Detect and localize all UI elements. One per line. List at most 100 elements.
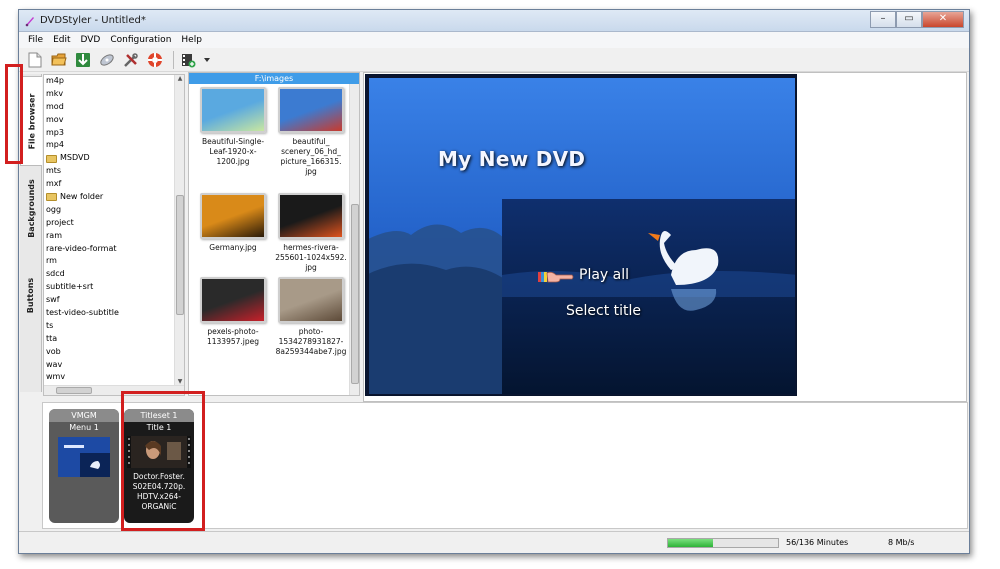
new-file-button[interactable]: [25, 50, 45, 70]
file-list-item[interactable]: sdcd: [44, 268, 184, 281]
toolbar: [19, 48, 969, 72]
menu-dvd[interactable]: DVD: [76, 35, 106, 45]
file-list-item-label: ts: [46, 320, 54, 330]
file-list-item[interactable]: mkv: [44, 88, 184, 101]
disc-usage-fill: [668, 539, 714, 547]
hscroll-thumb[interactable]: [56, 387, 92, 394]
file-list-item[interactable]: test-video-subtitle: [44, 307, 184, 320]
image-thumbnail[interactable]: Germany.jpg: [193, 193, 273, 253]
thumbnail-scrollbar[interactable]: [349, 84, 359, 395]
file-list-scrollbar[interactable]: ▲ ▼: [174, 75, 184, 395]
tools-icon: [124, 52, 138, 67]
file-list-item[interactable]: ogg: [44, 204, 184, 217]
file-list-item-label: ogg: [46, 204, 62, 214]
image-thumbnail[interactable]: photo- 1534278931827- 8a259344abe7.jpg: [271, 277, 351, 357]
tab-file-browser[interactable]: File browser: [20, 76, 42, 166]
help-button[interactable]: [145, 50, 165, 70]
select-title-button[interactable]: Select title: [566, 303, 641, 319]
add-file-button[interactable]: [178, 50, 198, 70]
pointing-hand-icon: [538, 271, 574, 283]
file-list-item-label: ram: [46, 230, 62, 240]
add-file-dropdown[interactable]: [202, 50, 212, 70]
scroll-up-arrow[interactable]: ▲: [176, 75, 184, 82]
file-list-item[interactable]: New folder: [44, 191, 184, 204]
open-button[interactable]: [49, 50, 69, 70]
file-list-item-label: rm: [46, 256, 57, 266]
image-thumbnail[interactable]: pexels-photo- 1133957.jpeg: [193, 277, 273, 347]
thumbnail-label: pexels-photo- 1133957.jpeg: [206, 327, 259, 346]
file-list-item-label: tta: [46, 333, 58, 343]
file-list-item-label: m4p: [46, 76, 64, 85]
image-thumbnail[interactable]: Beautiful-Single- Leaf-1920-x- 1200.jpg: [193, 87, 273, 167]
menu-title[interactable]: My New DVD: [438, 147, 585, 171]
thumbnail-image: [278, 87, 344, 133]
file-list-item[interactable]: m4p: [44, 75, 184, 88]
menu-edit[interactable]: Edit: [48, 35, 75, 45]
file-list-item-label: mkv: [46, 88, 64, 98]
file-list-item[interactable]: subtitle+srt: [44, 281, 184, 294]
menu-bar: File Edit DVD Configuration Help: [19, 32, 969, 48]
thumbnail-label: Beautiful-Single- Leaf-1920-x- 1200.jpg: [201, 137, 265, 166]
title-bar: DVDStyler - Untitled* – ▭ ✕: [19, 10, 969, 32]
add-file-icon: [182, 53, 196, 67]
menu-file[interactable]: File: [23, 35, 48, 45]
file-list-item[interactable]: vob: [44, 346, 184, 359]
file-list-item[interactable]: mts: [44, 165, 184, 178]
image-thumbnail[interactable]: beautiful_ scenery_06_hd_ picture_166315…: [271, 87, 351, 177]
file-list-item[interactable]: rare-video-format: [44, 243, 184, 256]
file-list-item-label: vob: [46, 346, 61, 356]
file-list-item[interactable]: mp4: [44, 139, 184, 152]
file-list-item[interactable]: rm: [44, 255, 184, 268]
file-list-item[interactable]: MSDVD: [44, 152, 184, 165]
thumbnail-image: [278, 193, 344, 239]
image-thumbnail[interactable]: hermes-rivera- 255601-1024x592. jpg: [271, 193, 351, 273]
file-list-item[interactable]: mxf: [44, 178, 184, 191]
settings-button[interactable]: [121, 50, 141, 70]
menu-thumbnail[interactable]: [58, 437, 110, 477]
menu-help[interactable]: Help: [176, 35, 207, 45]
tab-buttons[interactable]: Buttons: [20, 264, 42, 326]
file-list-item[interactable]: wmv: [44, 371, 184, 384]
thumbnail-label: beautiful_ scenery_06_hd_ picture_166315…: [280, 137, 342, 176]
burn-button[interactable]: [97, 50, 117, 70]
file-list-item-label: rare-video-format: [46, 243, 117, 253]
window-title: DVDStyler - Untitled*: [40, 15, 146, 26]
file-list-item-label: mov: [46, 114, 64, 124]
file-list-item-label: project: [46, 217, 74, 227]
save-button[interactable]: [73, 50, 93, 70]
bitrate-readout: 8 Mb/s: [888, 538, 915, 547]
scroll-thumb[interactable]: [176, 195, 184, 315]
file-list-item[interactable]: swf: [44, 294, 184, 307]
burn-disc-icon: [100, 53, 114, 66]
file-list[interactable]: m4p mkv mod mov mp3 mp4 MSDVD mts mxf New folder o…: [43, 74, 185, 396]
disc-usage-bar: [667, 538, 779, 548]
close-button[interactable]: ✕: [922, 11, 964, 28]
file-list-item[interactable]: ram: [44, 230, 184, 243]
file-list-item-label: test-video-subtitle: [46, 308, 119, 318]
save-icon: [76, 52, 90, 67]
menu-configuration[interactable]: Configuration: [105, 35, 176, 45]
thumbnail-scroll-thumb[interactable]: [351, 204, 359, 384]
thumbnail-image: [200, 193, 266, 239]
tab-backgrounds[interactable]: Backgrounds: [20, 176, 42, 240]
file-list-item-label: wav: [46, 359, 63, 369]
file-list-item[interactable]: project: [44, 217, 184, 230]
file-list-item[interactable]: ts: [44, 320, 184, 333]
tab-buttons-label: Buttons: [26, 277, 36, 313]
file-list-item[interactable]: mp3: [44, 127, 184, 140]
vmgm-card[interactable]: VMGM Menu 1: [49, 409, 119, 523]
file-list-item[interactable]: tta: [44, 333, 184, 346]
play-all-button[interactable]: Play all: [579, 267, 629, 283]
file-list-item[interactable]: mod: [44, 101, 184, 114]
scroll-down-arrow[interactable]: ▼: [176, 378, 184, 385]
file-list-item[interactable]: mov: [44, 114, 184, 127]
file-list-item-label: MSDVD: [60, 153, 90, 163]
file-list-item[interactable]: wav: [44, 359, 184, 372]
tab-backgrounds-label: Backgrounds: [26, 178, 36, 238]
side-tabs: File browser Backgrounds Buttons: [20, 74, 42, 392]
menu-preview[interactable]: My New DVD Play all Select title: [365, 74, 797, 396]
minimize-button[interactable]: –: [870, 11, 896, 28]
maximize-button[interactable]: ▭: [896, 11, 922, 28]
thumbnail-image: [278, 277, 344, 323]
folder-path: F:\images: [189, 73, 359, 84]
